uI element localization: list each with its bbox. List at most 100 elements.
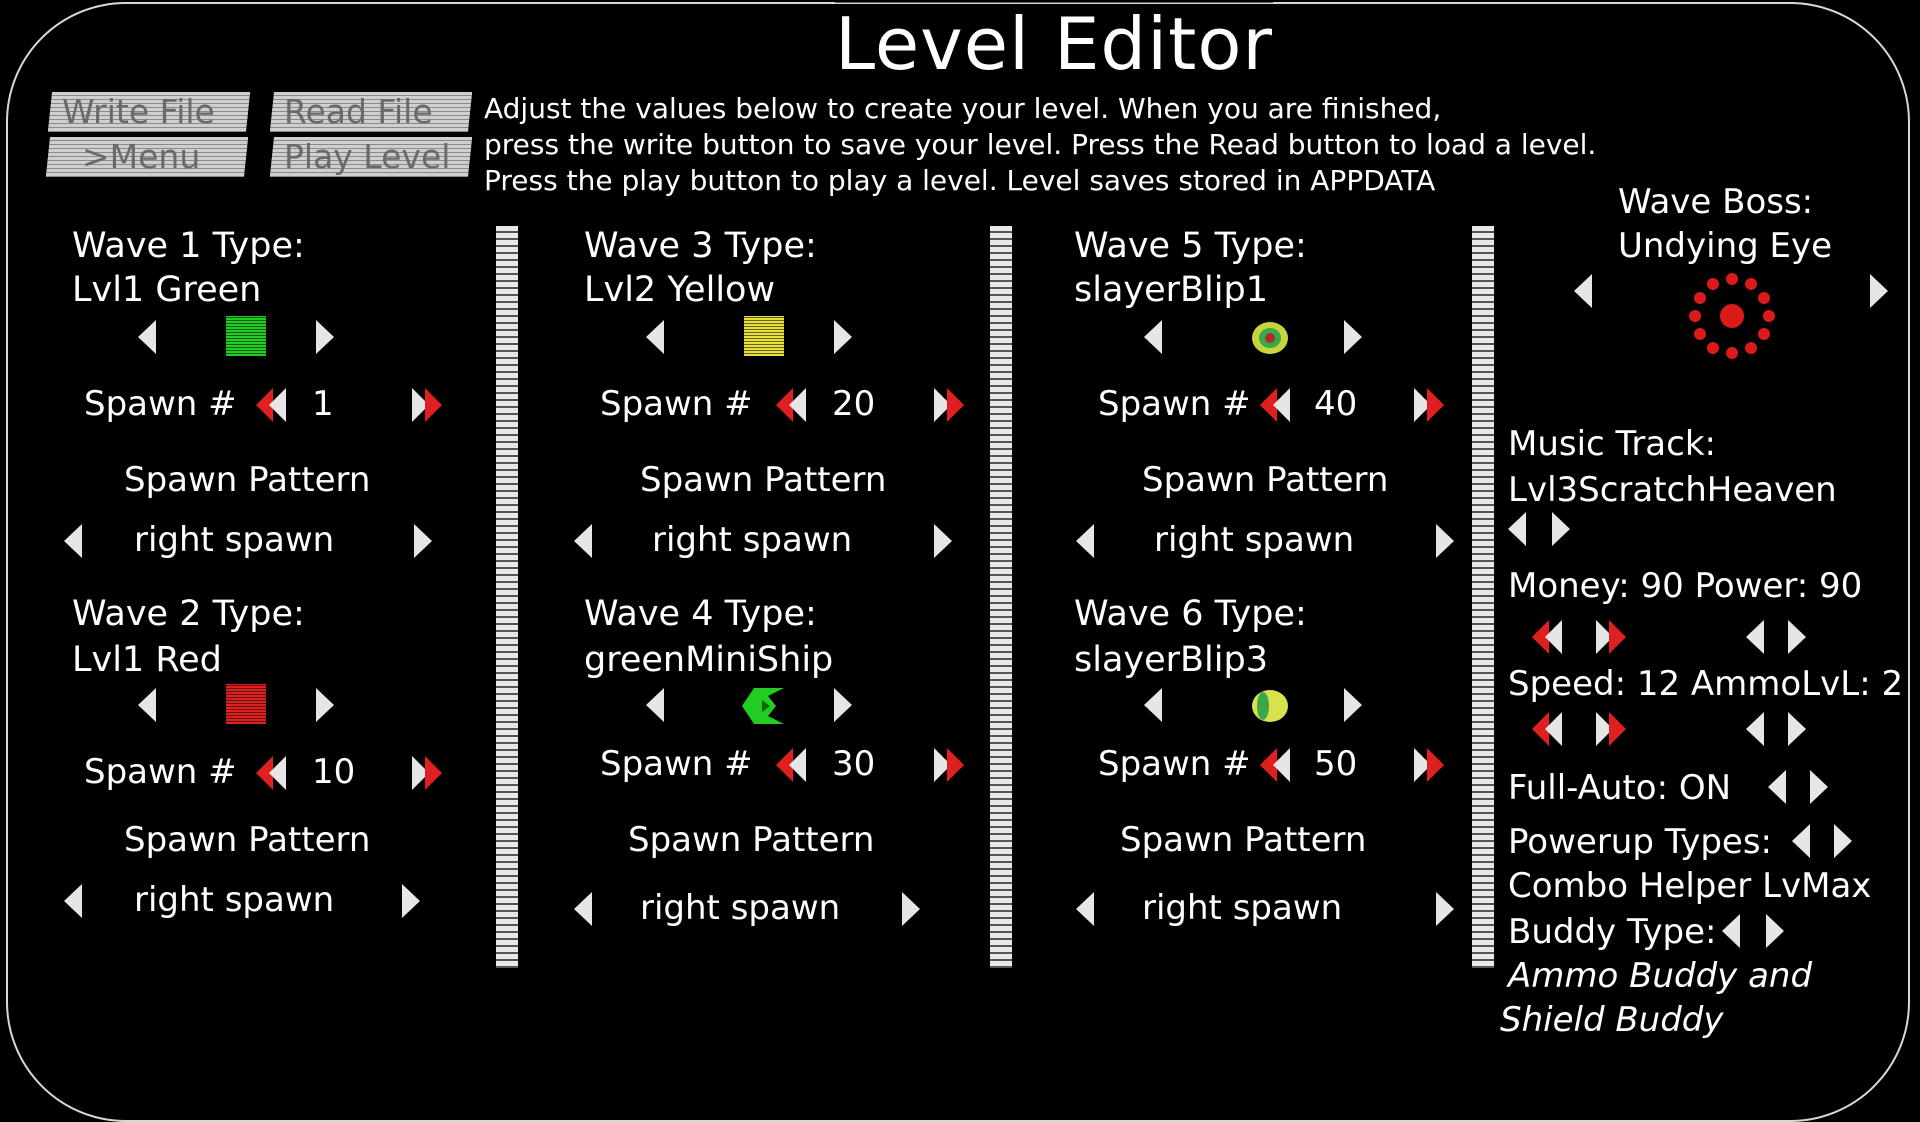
red-square-icon — [226, 684, 266, 724]
column-divider — [496, 226, 518, 968]
wave-4-type-prev-arrow[interactable] — [646, 688, 664, 722]
wave-3-pattern-next-arrow[interactable] — [934, 524, 952, 558]
powerup-types-label: Powerup Types: — [1508, 822, 1772, 862]
wave-5-spawn-count: 40 — [1314, 384, 1358, 424]
buddy-next-arrow[interactable] — [1766, 914, 1784, 948]
blip-ring-icon — [1252, 322, 1288, 354]
wave-6-type-next-arrow[interactable] — [1344, 688, 1362, 722]
powerup-types-value: Combo Helper LvMax — [1508, 866, 1872, 906]
money-power-readout: Money: 90 Power: 90 — [1508, 566, 1863, 606]
wave-2-pattern-next-arrow[interactable] — [402, 884, 420, 918]
wave-2-spawn-increase-button[interactable] — [412, 756, 442, 790]
wave-5-type-prev-arrow[interactable] — [1144, 320, 1162, 354]
full-auto-next-arrow[interactable] — [1810, 770, 1828, 804]
powerup-prev-arrow[interactable] — [1792, 824, 1810, 858]
wave-3-pattern-prev-arrow[interactable] — [574, 524, 592, 558]
speed-decrease-button[interactable] — [1532, 712, 1562, 746]
full-auto-prev-arrow[interactable] — [1768, 770, 1786, 804]
ammo-prev-arrow[interactable] — [1746, 712, 1764, 746]
wave-2-type-next-arrow[interactable] — [316, 688, 334, 722]
wave-1-pattern-next-arrow[interactable] — [414, 524, 432, 558]
wave-2-spawn-decrease-button[interactable] — [256, 756, 286, 790]
wave-6-type-prev-arrow[interactable] — [1144, 688, 1162, 722]
wave-1-type-next-arrow[interactable] — [316, 320, 334, 354]
wave-5-pattern-prev-arrow[interactable] — [1076, 524, 1094, 558]
play-level-button[interactable]: Play Level — [269, 137, 473, 177]
wave-4-pattern-label: Spawn Pattern — [628, 820, 875, 860]
wave-6-spawn-label: Spawn # — [1098, 744, 1251, 784]
wave-3-type-prev-arrow[interactable] — [646, 320, 664, 354]
wave-2-type-prev-arrow[interactable] — [138, 688, 156, 722]
music-prev-arrow[interactable] — [1508, 512, 1526, 546]
wave-5-pattern-next-arrow[interactable] — [1436, 524, 1454, 558]
wave-3-spawn-decrease-button[interactable] — [776, 388, 806, 422]
wave-boss-next-arrow[interactable] — [1870, 274, 1888, 308]
wave-1-label: Wave 1 Type: — [72, 226, 305, 266]
wave-boss-label: Wave Boss: — [1618, 182, 1814, 222]
eye-ring-icon — [1689, 273, 1775, 359]
wave-3-pattern: right spawn — [652, 520, 853, 560]
wave-5-label: Wave 5 Type: — [1074, 226, 1307, 266]
wave-1-type-prev-arrow[interactable] — [138, 320, 156, 354]
wave-6-type: slayerBlip3 — [1074, 640, 1268, 680]
wave-3-pattern-label: Spawn Pattern — [640, 460, 887, 500]
money-decrease-button[interactable] — [1532, 620, 1562, 654]
wave-4-type-next-arrow[interactable] — [834, 688, 852, 722]
read-file-button[interactable]: Read File — [269, 92, 473, 132]
powerup-next-arrow[interactable] — [1834, 824, 1852, 858]
speed-increase-button[interactable] — [1596, 712, 1626, 746]
wave-5-spawn-increase-button[interactable] — [1414, 388, 1444, 422]
wave-4-type: greenMiniShip — [584, 640, 834, 680]
wave-2-pattern-prev-arrow[interactable] — [64, 884, 82, 918]
instructions-line-3: Press the play button to play a level. L… — [484, 164, 1436, 197]
wave-1-pattern-prev-arrow[interactable] — [64, 524, 82, 558]
wave-4-pattern-prev-arrow[interactable] — [574, 892, 592, 926]
wave-6-pattern-label: Spawn Pattern — [1120, 820, 1367, 860]
power-prev-arrow[interactable] — [1746, 620, 1764, 654]
wave-5-pattern-label: Spawn Pattern — [1142, 460, 1389, 500]
wave-2-spawn-label: Spawn # — [84, 752, 237, 792]
wave-6-pattern-prev-arrow[interactable] — [1076, 892, 1094, 926]
wave-1-spawn-decrease-button[interactable] — [256, 388, 286, 422]
blip-dot-icon — [1252, 690, 1288, 722]
wave-3-label: Wave 3 Type: — [584, 226, 817, 266]
wave-1-pattern-label: Spawn Pattern — [124, 460, 371, 500]
write-file-button[interactable]: Write File — [47, 92, 251, 132]
wave-4-spawn-increase-button[interactable] — [934, 748, 964, 782]
wave-5-spawn-decrease-button[interactable] — [1260, 388, 1290, 422]
wave-6-label: Wave 6 Type: — [1074, 594, 1307, 634]
wave-1-pattern: right spawn — [134, 520, 335, 560]
wave-4-pattern-next-arrow[interactable] — [902, 892, 920, 926]
wave-6-spawn-increase-button[interactable] — [1414, 748, 1444, 782]
wave-4-spawn-label: Spawn # — [600, 744, 753, 784]
instructions-line-1: Adjust the values below to create your l… — [484, 92, 1442, 125]
wave-1-spawn-count: 1 — [312, 384, 334, 424]
yellow-square-icon — [744, 316, 784, 356]
buddy-prev-arrow[interactable] — [1722, 914, 1740, 948]
wave-boss-prev-arrow[interactable] — [1574, 274, 1592, 308]
wave-2-pattern: right spawn — [134, 880, 335, 920]
wave-4-spawn-count: 30 — [832, 744, 876, 784]
wave-3-spawn-increase-button[interactable] — [934, 388, 964, 422]
wave-3-type-next-arrow[interactable] — [834, 320, 852, 354]
wave-4-spawn-decrease-button[interactable] — [776, 748, 806, 782]
green-ship-icon — [742, 688, 784, 724]
wave-2-spawn-count: 10 — [312, 752, 356, 792]
wave-6-pattern-next-arrow[interactable] — [1436, 892, 1454, 926]
wave-6-spawn-decrease-button[interactable] — [1260, 748, 1290, 782]
green-square-icon — [226, 316, 266, 356]
wave-4-pattern: right spawn — [640, 888, 841, 928]
wave-5-type-next-arrow[interactable] — [1344, 320, 1362, 354]
power-next-arrow[interactable] — [1788, 620, 1806, 654]
menu-button[interactable]: >Menu — [45, 137, 249, 177]
money-increase-button[interactable] — [1596, 620, 1626, 654]
wave-1-spawn-increase-button[interactable] — [412, 388, 442, 422]
wave-3-type: Lvl2 Yellow — [584, 270, 776, 310]
music-next-arrow[interactable] — [1552, 512, 1570, 546]
wave-boss-name: Undying Eye — [1618, 226, 1833, 266]
wave-2-pattern-label: Spawn Pattern — [124, 820, 371, 860]
wave-5-spawn-label: Spawn # — [1098, 384, 1251, 424]
wave-2-type: Lvl1 Red — [72, 640, 222, 680]
instructions-line-2: press the write button to save your leve… — [484, 128, 1597, 161]
ammo-next-arrow[interactable] — [1788, 712, 1806, 746]
